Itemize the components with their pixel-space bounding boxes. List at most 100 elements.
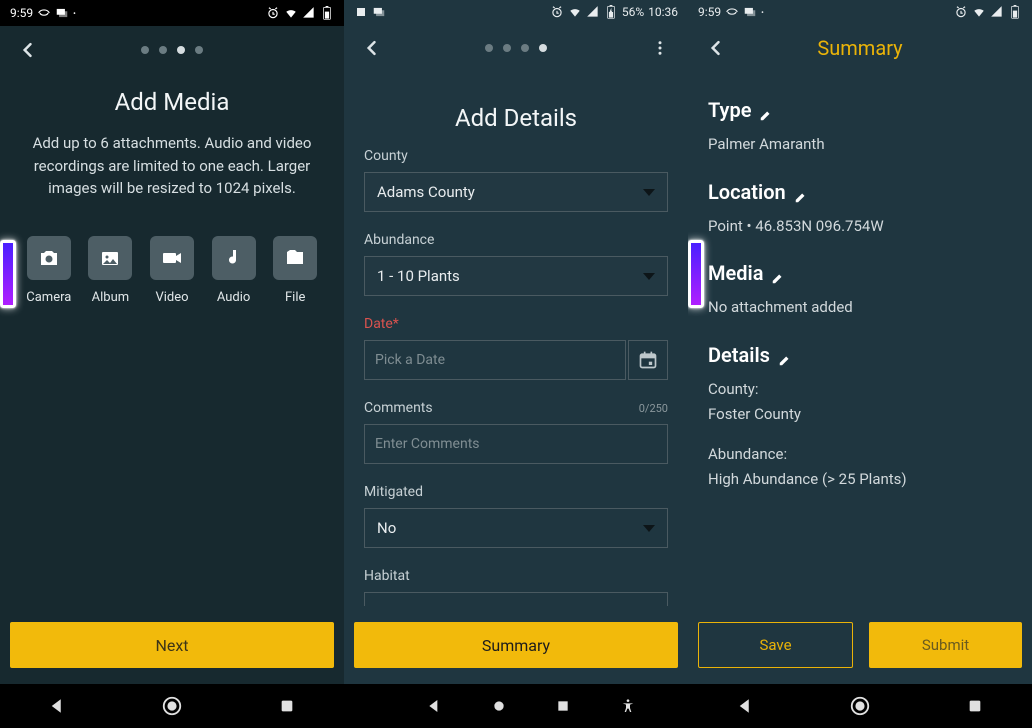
stepper-dot <box>521 44 529 52</box>
nav-home[interactable] <box>830 684 890 728</box>
detail-key: County: <box>708 377 1012 403</box>
nav-home[interactable] <box>469 684 529 728</box>
calendar-button[interactable] <box>628 340 668 380</box>
square-icon <box>354 5 368 19</box>
heading-text: Location <box>708 180 786 204</box>
alarm-icon <box>266 6 280 20</box>
edit-icon[interactable] <box>771 266 785 280</box>
back-button[interactable] <box>8 30 48 70</box>
battery-icon <box>604 5 618 19</box>
nav-home[interactable] <box>142 684 202 728</box>
media-tile-camera[interactable]: Camera <box>20 236 78 305</box>
field-date: Date* Pick a Date <box>364 316 668 380</box>
summary-location: Location Point • 46.853N 096.754W <box>708 180 1012 240</box>
media-tile-video[interactable]: Video <box>143 236 201 305</box>
detail-val: Foster County <box>708 402 1012 428</box>
field-label: Date* <box>364 316 668 332</box>
save-button[interactable]: Save <box>698 622 853 668</box>
stack-icon <box>372 5 386 19</box>
back-button[interactable] <box>352 28 392 68</box>
tile-label: Camera <box>26 290 71 305</box>
placeholder: Enter Comments <box>375 436 480 452</box>
next-button[interactable]: Next <box>10 622 334 668</box>
more-button[interactable] <box>640 28 680 68</box>
date-input[interactable]: Pick a Date <box>364 340 626 380</box>
app-bar <box>344 24 688 72</box>
nav-recent[interactable] <box>945 684 1005 728</box>
summary-type: Type Palmer Amaranth <box>708 98 1012 158</box>
tile-label: File <box>285 290 305 305</box>
tile-label: Video <box>155 290 188 305</box>
submit-button[interactable]: Submit <box>869 622 1022 668</box>
status-bar: 9:59 • <box>0 0 344 26</box>
back-button[interactable] <box>696 28 736 68</box>
android-nav-bar <box>344 684 688 728</box>
swirl-icon <box>37 6 51 20</box>
section-heading: Details <box>708 343 1012 367</box>
stepper-dot <box>195 46 203 54</box>
battery-pct: 56% <box>622 5 644 19</box>
chevron-down-icon <box>643 189 655 196</box>
mitigated-select[interactable]: No <box>364 508 668 548</box>
edit-icon[interactable] <box>759 103 773 117</box>
wifi-icon <box>568 5 582 19</box>
accent-tab <box>688 240 704 308</box>
field-label: Abundance <box>364 232 668 248</box>
nav-accessibility[interactable] <box>598 684 658 728</box>
nav-recent[interactable] <box>533 684 593 728</box>
status-bar: 56% 10:36 <box>344 0 688 24</box>
nav-back[interactable] <box>715 684 775 728</box>
app-bar: Summary <box>688 24 1032 72</box>
camera-icon <box>27 236 71 280</box>
nav-recent[interactable] <box>257 684 317 728</box>
screen-add-details: 56% 10:36 Add Details County Adams Count… <box>344 0 688 728</box>
status-time: 9:59 <box>10 6 33 20</box>
detail-val: High Abundance (> 25 Plants) <box>708 467 1012 493</box>
wifi-icon <box>284 6 298 20</box>
comments-input[interactable]: Enter Comments <box>364 424 668 464</box>
county-select[interactable]: Adams County <box>364 172 668 212</box>
nav-back[interactable] <box>27 684 87 728</box>
media-tile-album[interactable]: Album <box>82 236 140 305</box>
android-nav-bar <box>688 684 1032 728</box>
section-heading: Location <box>708 180 1012 204</box>
page-title: Summary <box>817 36 902 60</box>
content: Add Details County Adams County Abundanc… <box>344 72 688 606</box>
nav-back[interactable] <box>404 684 464 728</box>
battery-icon <box>320 6 334 20</box>
wifi-icon <box>972 5 986 19</box>
media-tile-audio[interactable]: Audio <box>205 236 263 305</box>
stepper-dot <box>503 44 511 52</box>
heading-text: Details <box>708 343 770 367</box>
field-label: County <box>364 148 668 164</box>
page-title: Add Details <box>364 104 668 132</box>
section-heading: Media <box>708 261 1012 285</box>
content: Add Media Add up to 6 attachments. Audio… <box>0 74 344 606</box>
signal-icon <box>990 5 1004 19</box>
stack-icon <box>743 5 757 19</box>
field-label: Mitigated <box>364 484 668 500</box>
char-counter: 0/250 <box>639 402 668 415</box>
stack-icon <box>55 6 69 20</box>
file-icon <box>273 236 317 280</box>
media-tile-file[interactable]: File <box>266 236 324 305</box>
field-county: County Adams County <box>364 148 668 212</box>
media-tiles-row: Camera Album Video Audio File <box>20 236 324 305</box>
summary-button[interactable]: Summary <box>354 622 678 668</box>
habitat-select[interactable]: In a Crop Field <box>364 592 668 606</box>
album-icon <box>88 236 132 280</box>
edit-icon[interactable] <box>778 348 792 362</box>
stepper <box>485 44 547 52</box>
screen-add-media: 9:59 • Add Media Add up to 6 attachments… <box>0 0 344 728</box>
page-subtext: Add up to 6 attachments. Audio and video… <box>20 132 324 200</box>
heading-text: Media <box>708 261 763 285</box>
dot-icon: • <box>761 8 764 17</box>
action-bar: Save Submit <box>688 606 1032 684</box>
field-habitat: Habitat In a Crop Field <box>364 568 668 606</box>
abundance-select[interactable]: 1 - 10 Plants <box>364 256 668 296</box>
field-label: Habitat <box>364 568 668 584</box>
tile-label: Album <box>92 290 130 305</box>
edit-icon[interactable] <box>794 185 808 199</box>
field-abundance: Abundance 1 - 10 Plants <box>364 232 668 296</box>
swirl-icon <box>725 5 739 19</box>
